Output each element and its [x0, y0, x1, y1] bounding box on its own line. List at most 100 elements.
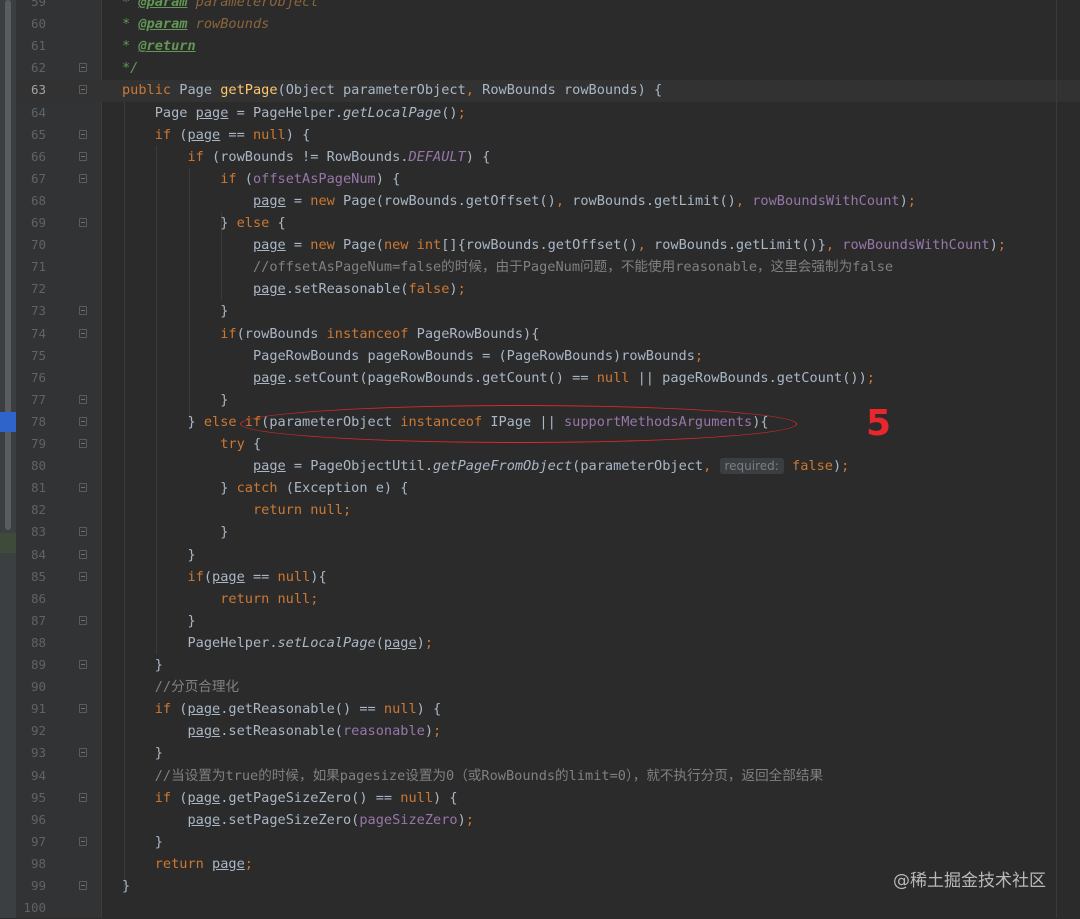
code-line[interactable]: 96 page.setPageSizeZero(pageSizeZero);	[0, 809, 1080, 831]
code-token: @param	[138, 0, 188, 10]
code-text: PageRowBounds pageRowBounds = (PageRowBo…	[122, 345, 703, 367]
code-token: @param	[138, 16, 188, 33]
code-line[interactable]: 69 } else {	[0, 212, 1080, 234]
code-line[interactable]: 88 PageHelper.setLocalPage(page);	[0, 632, 1080, 654]
code-line[interactable]: 93 }	[0, 742, 1080, 764]
annotation-ellipse	[240, 405, 797, 443]
code-token: ,	[825, 237, 843, 254]
code-editor[interactable]: 59 * @param parameterObject 60 * @param row…	[0, 0, 1080, 918]
code-line[interactable]: 65 if (page == null) {	[0, 124, 1080, 146]
fold-icon[interactable]	[79, 836, 87, 846]
fold-icon[interactable]	[79, 306, 87, 316]
fold-icon[interactable]	[79, 328, 87, 338]
code-line[interactable]: 60 * @param rowBounds	[0, 13, 1080, 35]
fold-icon[interactable]	[79, 173, 87, 183]
code-line[interactable]: 63 public Page getPage(Object parameterOb…	[0, 79, 1080, 101]
code-token: page	[212, 855, 245, 872]
fold-icon[interactable]	[79, 439, 87, 448]
code-token: }	[122, 745, 163, 762]
code-line[interactable]: 87 }	[0, 610, 1080, 632]
code-line[interactable]: 59 * @param parameterObject	[0, 0, 1080, 13]
code-token: []{rowBounds.getOffset()	[441, 237, 638, 254]
fold-icon[interactable]	[79, 527, 87, 537]
fold-icon[interactable]	[79, 218, 87, 227]
code-token: ,	[465, 82, 483, 99]
fold-icon[interactable]	[79, 660, 87, 669]
code-line[interactable]: 90 //分页合理化	[0, 676, 1080, 698]
fold-icon[interactable]	[79, 129, 87, 139]
code-text: return null;	[122, 588, 318, 610]
code-token: .setPageSizeZero(	[220, 811, 360, 828]
code-line[interactable]: 68 page = new Page(rowBounds.getOffset()…	[0, 190, 1080, 212]
code-line[interactable]: 97 }	[0, 831, 1080, 853]
code-line[interactable]: 82 return null;	[0, 499, 1080, 521]
code-line[interactable]: 83 }	[0, 521, 1080, 543]
code-line[interactable]: 85 if(page == null){	[0, 566, 1080, 588]
code-line[interactable]: 67 if (offsetAsPageNum) {	[0, 168, 1080, 190]
code-line[interactable]: 72 page.setReasonable(false);	[0, 278, 1080, 300]
fold-icon[interactable]	[79, 85, 87, 95]
code-line[interactable]: 62 */	[0, 57, 1080, 79]
fold-icon[interactable]	[79, 704, 87, 714]
code-token: */	[122, 60, 139, 77]
code-token: getLocalPage	[343, 104, 442, 121]
code-line[interactable]: 76 page.setCount(pageRowBounds.getCount(…	[0, 367, 1080, 389]
code-line[interactable]: 95 if (page.getPageSizeZero() == null) {	[0, 787, 1080, 809]
code-line[interactable]: 70 page = new Page(new int[]{rowBounds.g…	[0, 234, 1080, 256]
code-line[interactable]: 75 PageRowBounds pageRowBounds = (PageRo…	[0, 345, 1080, 367]
line-number: 70	[30, 237, 46, 253]
code-token: return null;	[122, 590, 319, 607]
fold-icon[interactable]	[79, 549, 87, 559]
fold-icon[interactable]	[79, 792, 87, 802]
code-token: .setCount(pageRowBounds.getCount() ==	[285, 369, 597, 386]
code-token: public	[122, 82, 180, 99]
code-token: }	[122, 878, 131, 894]
line-number: 80	[30, 458, 46, 474]
fold-icon[interactable]	[79, 394, 87, 404]
code-token: rowBoundsWithCount	[752, 192, 900, 209]
code-token: if	[122, 148, 213, 165]
code-token: ) {	[465, 148, 491, 165]
fold-icon[interactable]	[79, 881, 87, 890]
code-token: ==	[220, 126, 253, 143]
code-token: }	[122, 524, 229, 541]
code-line[interactable]: 94 //当设置为true的时候，如果pagesize设置为0（或RowBoun…	[0, 765, 1080, 787]
code-line[interactable]: 74 if(rowBounds instanceof PageRowBounds…	[0, 323, 1080, 345]
code-line[interactable]: 86 return null;	[0, 588, 1080, 610]
fold-icon[interactable]	[79, 483, 87, 493]
code-line[interactable]: 66 if (rowBounds != RowBounds.DEFAULT) {	[0, 146, 1080, 168]
code-token: )	[424, 723, 434, 740]
code-line[interactable]: 81 } catch (Exception e) {	[0, 477, 1080, 499]
code-token: }	[122, 413, 204, 430]
code-line[interactable]: 64 Page page = PageHelper.getLocalPage()…	[0, 102, 1080, 124]
code-line[interactable]: 71 //offsetAsPageNum=false的时候，由于PageNum问…	[0, 256, 1080, 278]
code-token: ,	[637, 237, 655, 254]
code-token: (	[203, 568, 213, 585]
fold-icon[interactable]	[79, 416, 87, 426]
code-text: if (page == null) {	[122, 124, 311, 146]
code-token: page	[252, 369, 286, 386]
fold-icon[interactable]	[79, 748, 87, 758]
fold-icon[interactable]	[79, 63, 87, 73]
code-line[interactable]: 80 page = PageObjectUtil.getPageFromObje…	[0, 455, 1080, 477]
code-line[interactable]: 92 page.setReasonable(reasonable);	[0, 720, 1080, 742]
code-line[interactable]: 84 }	[0, 544, 1080, 566]
code-line[interactable]: 61 * @return	[0, 35, 1080, 57]
code-token: ,	[555, 192, 573, 209]
line-number: 66	[30, 148, 46, 164]
code-line[interactable]: 100	[0, 897, 1080, 919]
fold-icon[interactable]	[79, 571, 87, 581]
code-text: page.setReasonable(false);	[122, 278, 466, 300]
code-line[interactable]: 73 }	[0, 300, 1080, 322]
line-number: 87	[30, 612, 46, 628]
code-token: reasonable	[343, 723, 425, 740]
code-token: pageSizeZero	[359, 811, 458, 828]
code-token: ,	[703, 458, 720, 475]
code-line[interactable]: 89 }	[0, 654, 1080, 676]
code-text: if(rowBounds instanceof PageRowBounds){	[122, 323, 539, 345]
code-text: page.setReasonable(reasonable);	[122, 720, 441, 742]
code-line[interactable]: 91 if (page.getReasonable() == null) {	[0, 698, 1080, 720]
fold-icon[interactable]	[79, 151, 87, 161]
fold-icon[interactable]	[79, 615, 87, 625]
